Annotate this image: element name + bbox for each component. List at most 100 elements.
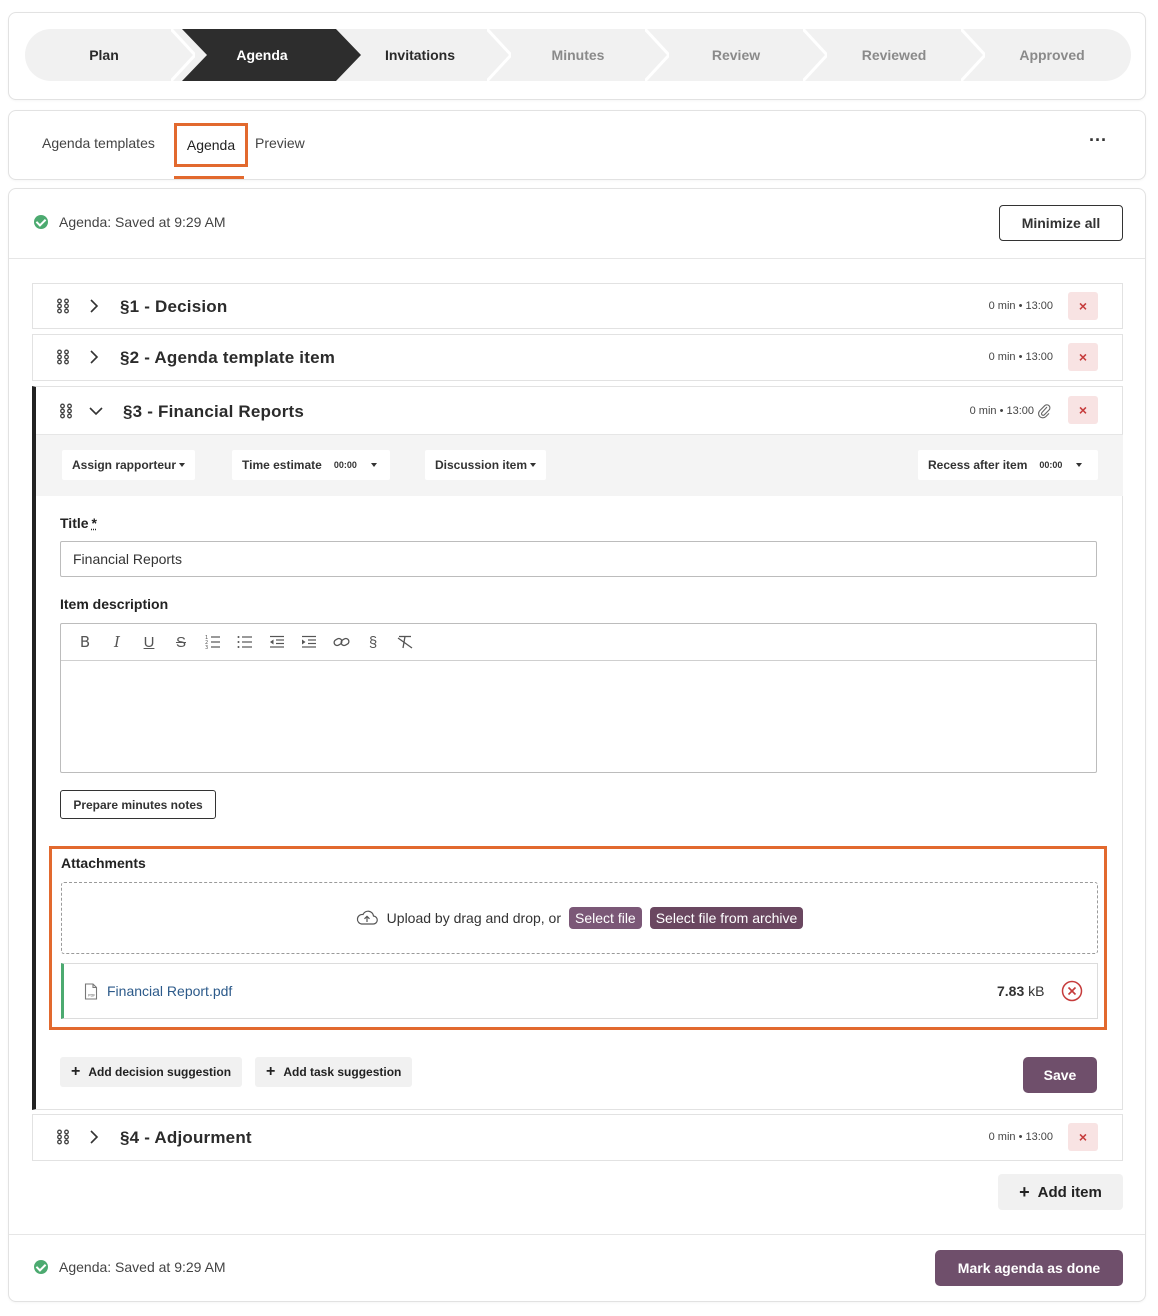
file-size-unit: kB [1028, 983, 1045, 999]
bold-icon: B [79, 633, 91, 651]
delete-item-button[interactable]: × [1068, 396, 1098, 424]
strikethrough-icon: S [175, 633, 186, 651]
tab-agenda[interactable]: Agenda [174, 123, 248, 167]
underline-icon: U [143, 633, 155, 651]
italic-button[interactable]: I [101, 627, 133, 657]
add-item-button[interactable]: + Add item [998, 1174, 1123, 1210]
button-label: Add item [1037, 1183, 1102, 1201]
section-icon: § [368, 633, 378, 651]
caret-down-icon [530, 463, 537, 467]
bullet-list-button[interactable] [229, 627, 261, 657]
drag-handle-icon[interactable] [56, 349, 70, 365]
discussion-item-dropdown[interactable]: Discussion item [425, 450, 547, 480]
italic-icon: I [114, 633, 120, 651]
indent-icon [302, 635, 316, 648]
chevron-right-icon[interactable] [88, 1129, 100, 1145]
more-options-icon[interactable]: ··· [1087, 131, 1109, 155]
clear-format-icon [397, 635, 413, 649]
divider [9, 1234, 1145, 1235]
agenda-item: §4 - Adjourment 0 min • 13:00 × [32, 1114, 1123, 1161]
attachment-row: PDF Financial Report.pdf 7.83 kB [61, 963, 1098, 1019]
chevron-down-icon[interactable] [88, 403, 104, 419]
delete-item-button[interactable]: × [1068, 1123, 1098, 1151]
add-task-suggestion-button[interactable]: + Add task suggestion [255, 1057, 413, 1087]
tab-preview[interactable]: Preview [255, 135, 305, 151]
plus-icon: + [1019, 1181, 1030, 1202]
strikethrough-button[interactable]: S [165, 627, 197, 657]
attachments-label: Attachments [61, 855, 146, 871]
add-decision-suggestion-button[interactable]: + Add decision suggestion [60, 1057, 243, 1087]
svg-text:3: 3 [205, 645, 208, 649]
tab-agenda-templates[interactable]: Agenda templates [42, 135, 155, 151]
ordered-list-icon: 123 [205, 635, 220, 649]
step-separator [171, 29, 195, 81]
section-sign-button[interactable]: § [357, 627, 389, 657]
dropdown-label: Discussion item [435, 458, 528, 472]
title-input[interactable]: Financial Reports [60, 541, 1097, 577]
outdent-button[interactable] [261, 627, 293, 657]
select-file-button[interactable]: Select file [569, 907, 642, 929]
agenda-item-title[interactable]: §1 - Decision [120, 297, 227, 317]
delete-item-button[interactable]: × [1068, 292, 1098, 320]
select-file-from-archive-button[interactable]: Select file from archive [649, 907, 804, 929]
drag-handle-icon[interactable] [59, 403, 73, 419]
item-settings-bar: Assign rapporteur Time estimate 00:00 Di… [36, 434, 1123, 496]
recess-after-item-dropdown[interactable]: Recess after item 00:00 [918, 450, 1098, 480]
prepare-minutes-notes-button[interactable]: Prepare minutes notes [60, 790, 216, 819]
step-separator [487, 29, 511, 81]
drag-handle-icon[interactable] [56, 298, 70, 314]
chevron-right-icon[interactable] [88, 298, 100, 314]
step-review[interactable]: Review [657, 29, 827, 81]
underline-button[interactable]: U [133, 627, 165, 657]
step-label: Agenda [236, 47, 288, 63]
caret-down-icon [1076, 463, 1083, 467]
agenda-item-title[interactable]: §3 - Financial Reports [123, 402, 304, 422]
agenda-item-meta: 0 min • 13:00 [988, 351, 1053, 363]
delete-item-button[interactable]: × [1068, 343, 1098, 371]
step-separator [645, 29, 669, 81]
plus-icon: + [71, 1063, 81, 1080]
agenda-item-title[interactable]: §4 - Adjourment [120, 1128, 252, 1148]
agenda-item: §2 - Agenda template item 0 min • 13:00 … [32, 334, 1123, 381]
assign-rapporteur-dropdown[interactable]: Assign rapporteur [62, 450, 196, 480]
clear-format-button[interactable] [389, 627, 421, 657]
pdf-file-icon: PDF [84, 983, 98, 1000]
time-estimate-value: 00:00 [333, 460, 357, 470]
required-marker: * [91, 515, 97, 531]
step-approved[interactable]: Approved [973, 29, 1131, 81]
step-invitations[interactable]: Invitations [341, 29, 511, 81]
step-plan[interactable]: Plan [25, 29, 195, 81]
upload-dropzone[interactable]: Upload by drag and drop, or Select file … [61, 882, 1098, 954]
drag-handle-icon[interactable] [56, 1129, 70, 1145]
remove-attachment-icon[interactable] [1061, 980, 1083, 1002]
agenda-item-meta: 0 min • 13:00 [988, 1131, 1053, 1143]
agenda-item-title[interactable]: §2 - Agenda template item [120, 348, 335, 368]
dropdown-label: Time estimate [242, 458, 322, 472]
save-button[interactable]: Save [1023, 1057, 1097, 1093]
divider [9, 258, 1145, 259]
step-label: Approved [1019, 47, 1085, 63]
attachment-file-link[interactable]: Financial Report.pdf [107, 983, 232, 999]
step-label: Minutes [551, 47, 605, 63]
step-reviewed[interactable]: Reviewed [815, 29, 985, 81]
outdent-icon [270, 635, 284, 648]
check-circle-icon [34, 1260, 48, 1274]
dropdown-label: Recess after item [928, 458, 1028, 472]
agenda-item-meta: 0 min • 13:00 [969, 405, 1034, 417]
agenda-item-meta: 0 min • 13:00 [988, 300, 1053, 312]
link-icon [332, 637, 350, 647]
bold-button[interactable]: B [69, 627, 101, 657]
mark-agenda-as-done-button[interactable]: Mark agenda as done [935, 1250, 1123, 1286]
rich-text-editor: B I U S 123 § [60, 623, 1097, 773]
chevron-right-icon[interactable] [88, 349, 100, 365]
time-estimate-dropdown[interactable]: Time estimate 00:00 [232, 450, 390, 480]
indent-button[interactable] [293, 627, 325, 657]
step-label: Reviewed [861, 47, 927, 63]
minimize-all-button[interactable]: Minimize all [999, 205, 1123, 241]
ordered-list-button[interactable]: 123 [197, 627, 229, 657]
link-button[interactable] [325, 627, 357, 657]
step-minutes[interactable]: Minutes [499, 29, 669, 81]
caret-down-icon [179, 463, 186, 467]
attachment-file-size: 7.83 kB [997, 983, 1044, 999]
dropdown-label: Assign rapporteur [72, 458, 177, 472]
